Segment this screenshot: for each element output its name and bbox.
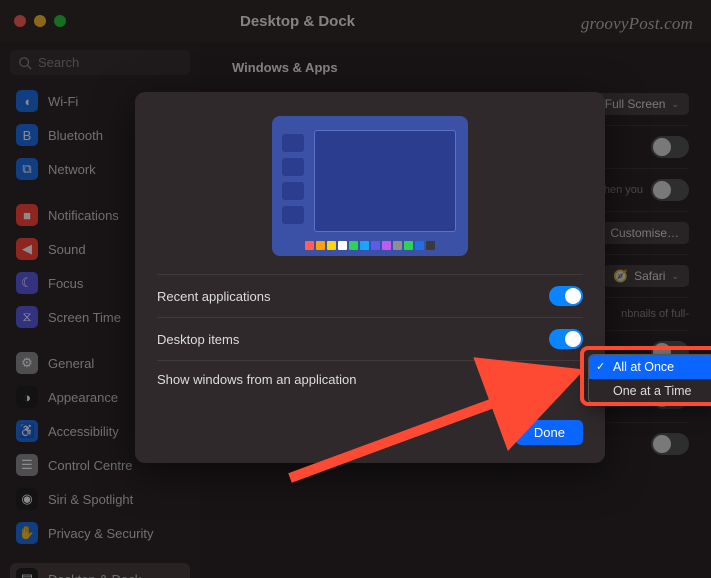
preview-side-windows	[282, 134, 304, 224]
modal-row-label: Desktop items	[157, 332, 239, 347]
toggle[interactable]	[549, 329, 583, 349]
preview-main-window	[314, 130, 456, 232]
modal-row-label: Show windows from an application	[157, 372, 356, 387]
show-windows-dropdown[interactable]: All at Once One at a Time	[588, 354, 711, 404]
preview-dock	[305, 241, 435, 250]
modal-row: Recent applications	[157, 274, 583, 317]
mission-control-modal: Recent applications Desktop items Show win…	[135, 92, 605, 463]
desktop-preview	[272, 116, 468, 256]
dropdown-option-one-at-a-time[interactable]: One at a Time	[589, 379, 711, 403]
modal-row: Show windows from an application	[157, 360, 583, 398]
dropdown-option-all-at-once[interactable]: All at Once	[589, 355, 711, 379]
system-settings-window: Desktop & Dock groovyPost.com Search ◖Wi…	[0, 0, 711, 578]
modal-row-label: Recent applications	[157, 289, 270, 304]
toggle[interactable]	[549, 286, 583, 306]
done-button[interactable]: Done	[516, 420, 583, 445]
modal-row: Desktop items	[157, 317, 583, 360]
